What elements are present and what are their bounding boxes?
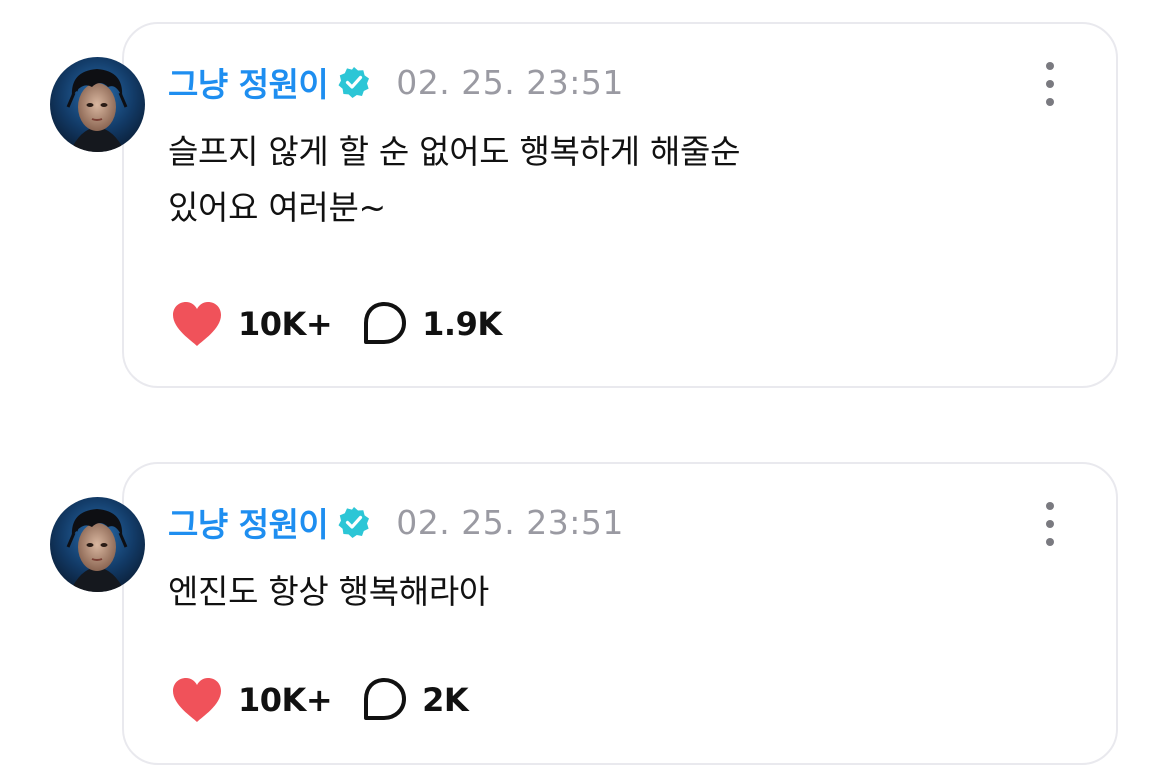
like-button[interactable]: 10K+ <box>170 676 333 724</box>
author-name[interactable]: 그냥 정원이 <box>168 498 329 546</box>
comment-button[interactable]: 2K <box>360 676 469 724</box>
post-text-line: 엔진도 항상 행복해라아 <box>168 572 489 611</box>
more-vertical-icon[interactable] <box>1036 502 1064 546</box>
verified-badge-icon <box>338 66 370 98</box>
post-text-line: 있어요 여러분~ <box>168 188 386 227</box>
speech-bubble-icon <box>360 300 408 348</box>
post-text: 슬프지 않게 할 순 없어도 행복하게 해줄순 있어요 여러분~ <box>168 124 928 236</box>
timestamp: 02. 25. 23:51 <box>396 502 624 542</box>
timestamp: 02. 25. 23:51 <box>396 62 624 102</box>
verified-badge-icon <box>338 506 370 538</box>
like-count: 10K+ <box>238 305 333 343</box>
like-button[interactable]: 10K+ <box>170 300 333 348</box>
avatar[interactable] <box>50 497 145 592</box>
heart-icon <box>170 300 224 348</box>
comment-button[interactable]: 1.9K <box>360 300 502 348</box>
heart-icon <box>170 676 224 724</box>
post-actions: 10K+ 1.9K <box>170 299 502 349</box>
post-text-line: 슬프지 않게 할 순 없어도 행복하게 해줄순 <box>168 132 741 171</box>
comment-count: 1.9K <box>422 305 502 343</box>
post-text: 엔진도 항상 행복해라아 <box>168 564 928 620</box>
post-actions: 10K+ 2K <box>170 675 469 725</box>
author-name[interactable]: 그냥 정원이 <box>168 58 329 106</box>
speech-bubble-icon <box>360 676 408 724</box>
more-vertical-icon[interactable] <box>1036 62 1064 106</box>
like-count: 10K+ <box>238 681 333 719</box>
post-header: 그냥 정원이 02. 25. 23:51 <box>168 499 624 545</box>
avatar[interactable] <box>50 57 145 152</box>
comment-count: 2K <box>422 681 469 719</box>
post-header: 그냥 정원이 02. 25. 23:51 <box>168 59 624 105</box>
